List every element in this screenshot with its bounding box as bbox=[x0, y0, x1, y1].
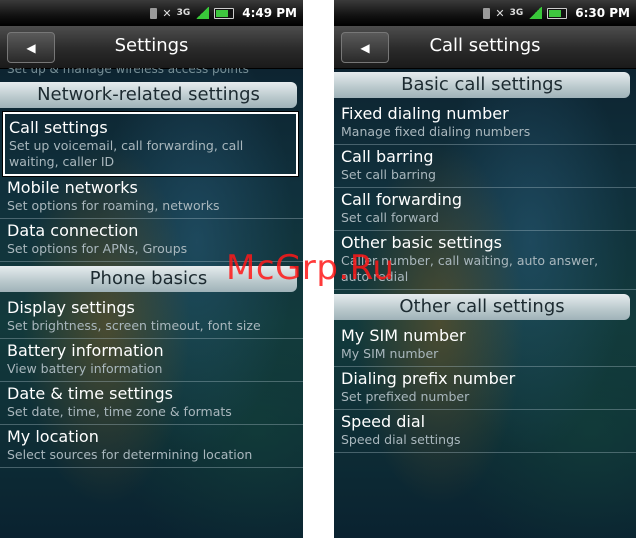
list-item-call-settings[interactable]: Call settings Set up voicemail, call for… bbox=[2, 111, 299, 177]
partial-list-item: Set up & manage wireless access points bbox=[7, 68, 249, 76]
item-title: My SIM number bbox=[341, 326, 466, 345]
list-item-dialing-prefix[interactable]: Dialing prefix number Set prefixed numbe… bbox=[334, 367, 636, 410]
item-title: Fixed dialing number bbox=[341, 104, 509, 123]
item-subtitle: Set call barring bbox=[341, 167, 436, 182]
battery-icon bbox=[214, 7, 235, 19]
call-settings-list: Basic call settings Fixed dialing number… bbox=[334, 68, 636, 538]
item-title: Battery information bbox=[7, 341, 164, 360]
item-subtitle: Set prefixed number bbox=[341, 389, 470, 404]
page-title: Settings bbox=[114, 35, 189, 56]
status-time: 6:30 PM bbox=[575, 6, 630, 20]
signal-icon bbox=[528, 7, 543, 19]
network-type-icon: 3G bbox=[509, 7, 524, 18]
item-title: Date & time settings bbox=[7, 384, 173, 403]
network-type-icon: 3G bbox=[176, 7, 191, 18]
list-item-battery-information[interactable]: Battery information View battery informa… bbox=[0, 339, 303, 382]
item-subtitle: Set brightness, screen timeout, font siz… bbox=[7, 318, 261, 333]
mute-icon: ✕ bbox=[162, 6, 172, 20]
item-subtitle: Set options for roaming, networks bbox=[7, 198, 220, 213]
item-subtitle: Set call forward bbox=[341, 210, 439, 225]
list-item-my-location[interactable]: My location Select sources for determini… bbox=[0, 425, 303, 468]
list-item-date-time-settings[interactable]: Date & time settings Set date, time, tim… bbox=[0, 382, 303, 425]
item-subtitle: Caller number, call waiting, auto answer… bbox=[341, 253, 599, 284]
item-title: Call forwarding bbox=[341, 190, 463, 209]
list-item-display-settings[interactable]: Display settings Set brightness, screen … bbox=[0, 296, 303, 339]
item-subtitle: My SIM number bbox=[341, 346, 439, 361]
item-title: Mobile networks bbox=[7, 178, 138, 197]
item-subtitle: Speed dial settings bbox=[341, 432, 461, 447]
call-settings-screen: ✕ 3G 6:30 PM ◀ Call settings Basic call … bbox=[334, 0, 636, 538]
item-title: Speed dial bbox=[341, 412, 426, 431]
list-item-my-sim-number[interactable]: My SIM number My SIM number bbox=[334, 324, 636, 367]
sd-card-icon bbox=[150, 7, 158, 19]
item-title: Display settings bbox=[7, 298, 135, 317]
item-title: Call barring bbox=[341, 147, 434, 166]
title-bar: ◀ Settings bbox=[0, 26, 303, 69]
list-item-speed-dial[interactable]: Speed dial Speed dial settings bbox=[334, 410, 636, 453]
sd-card-icon bbox=[483, 7, 491, 19]
list-item-fixed-dialing[interactable]: Fixed dialing number Manage fixed dialin… bbox=[334, 102, 636, 145]
item-title: Other basic settings bbox=[341, 233, 502, 252]
list-item-data-connection[interactable]: Data connection Set options for APNs, Gr… bbox=[0, 219, 303, 262]
mute-icon: ✕ bbox=[495, 6, 505, 20]
list-item-call-forwarding[interactable]: Call forwarding Set call forward bbox=[334, 188, 636, 231]
status-bar: ✕ 3G 4:49 PM bbox=[0, 0, 303, 26]
item-subtitle: View battery information bbox=[7, 361, 163, 376]
signal-icon bbox=[195, 7, 210, 19]
section-header-network: Network-related settings bbox=[0, 82, 297, 108]
item-title: Dialing prefix number bbox=[341, 369, 516, 388]
section-header-basic-call: Basic call settings bbox=[334, 72, 630, 98]
battery-icon bbox=[547, 7, 568, 19]
item-title: Call settings bbox=[9, 118, 108, 137]
page-title: Call settings bbox=[429, 35, 541, 56]
item-subtitle: Set options for APNs, Groups bbox=[7, 241, 188, 256]
section-header-phone-basics: Phone basics bbox=[0, 266, 297, 292]
settings-screen: ✕ 3G 4:49 PM ◀ Settings Set up & manage … bbox=[0, 0, 303, 538]
section-header-other-call: Other call settings bbox=[334, 294, 630, 320]
settings-list: Set up & manage wireless access points N… bbox=[0, 68, 303, 538]
title-bar: ◀ Call settings bbox=[334, 26, 636, 69]
item-subtitle: Select sources for determining location bbox=[7, 447, 253, 462]
item-subtitle: Set up voicemail, call forwarding, call … bbox=[9, 138, 244, 169]
list-item-mobile-networks[interactable]: Mobile networks Set options for roaming,… bbox=[0, 176, 303, 219]
item-subtitle: Manage fixed dialing numbers bbox=[341, 124, 531, 139]
status-bar: ✕ 3G 6:30 PM bbox=[334, 0, 636, 26]
item-title: My location bbox=[7, 427, 99, 446]
status-time: 4:49 PM bbox=[242, 6, 297, 20]
item-title: Data connection bbox=[7, 221, 139, 240]
list-item-other-basic-settings[interactable]: Other basic settings Caller number, call… bbox=[334, 231, 636, 290]
list-item-call-barring[interactable]: Call barring Set call barring bbox=[334, 145, 636, 188]
item-subtitle: Set date, time, time zone & formats bbox=[7, 404, 232, 419]
